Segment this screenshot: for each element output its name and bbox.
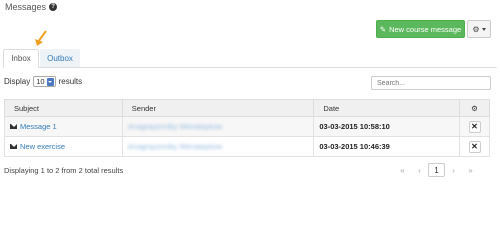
subject-link[interactable]: Message 1: [10, 122, 122, 131]
column-header-actions: ⚙: [459, 99, 490, 117]
last-page-button[interactable]: »: [462, 163, 479, 177]
search-input[interactable]: [371, 76, 491, 90]
envelope-icon: [10, 124, 17, 129]
page-1-button[interactable]: 1: [428, 163, 445, 177]
edit-icon: ✎: [379, 24, 387, 34]
envelope-icon: [10, 144, 17, 149]
page-size-select[interactable]: 10: [33, 76, 56, 87]
column-header-subject[interactable]: Subject: [4, 99, 123, 117]
tab-outbox[interactable]: Outbox: [40, 49, 80, 68]
display-prefix: Display: [4, 77, 31, 86]
gears-icon: ⚙: [471, 103, 478, 113]
column-header-sender[interactable]: Sender: [121, 99, 315, 117]
actions-cell: ✕: [459, 136, 490, 157]
sender-link[interactable]: Anagrayonniky Wenataykow: [128, 122, 223, 131]
next-page-button[interactable]: ›: [445, 163, 462, 177]
delete-button[interactable]: ✕: [468, 140, 481, 153]
sender-cell: Anagrayonniky Wenataykow: [121, 136, 315, 157]
subject-text: Message 1: [20, 122, 57, 131]
table-row: New exercise Anagrayonniky Wenataykow 03…: [4, 136, 490, 157]
delete-button[interactable]: ✕: [468, 120, 481, 133]
actions-cell: ✕: [459, 116, 490, 137]
page-title: Messages ?: [5, 2, 58, 12]
table-row: Message 1 Anagrayonniky Wenataykow 03-03…: [4, 116, 490, 137]
prev-page-button[interactable]: ‹: [411, 163, 428, 177]
subject-text: New exercise: [20, 142, 66, 151]
tabs-divider: [3, 67, 497, 68]
messages-table: Subject Sender Date ⚙ Message 1 Anagrayo…: [4, 99, 490, 157]
column-header-date[interactable]: Date: [313, 99, 461, 117]
page-title-text: Messages: [5, 2, 47, 12]
chevron-down-icon: [46, 77, 54, 86]
help-icon[interactable]: ?: [49, 3, 58, 11]
results-summary: Displaying 1 to 2 from 2 total results: [4, 166, 124, 175]
subject-cell: Message 1: [4, 116, 123, 137]
new-message-label: New course message: [389, 24, 462, 34]
first-page-button[interactable]: «: [394, 163, 411, 177]
table-header-row: Subject Sender Date ⚙: [4, 99, 490, 117]
sender-cell: Anagrayonniky Wenataykow: [121, 116, 315, 137]
sender-link[interactable]: Anagrayonniky Wenataykow: [128, 142, 223, 151]
caret-down-icon: [481, 27, 486, 31]
page-size-control: Display 10 results: [4, 76, 82, 87]
date-text: 03-03-2015 10:46:39: [319, 142, 390, 151]
subject-link[interactable]: New exercise: [10, 142, 122, 151]
tab-inbox[interactable]: Inbox: [3, 49, 39, 68]
date-text: 03-03-2015 10:58:10: [319, 122, 390, 131]
date-cell: 03-03-2015 10:46:39: [313, 136, 461, 157]
subject-cell: New exercise: [4, 136, 123, 157]
gears-icon: ⚙: [472, 24, 480, 34]
pagination: « ‹ 1 › »: [394, 163, 479, 177]
date-cell: 03-03-2015 10:58:10: [313, 116, 461, 137]
page-size-value: 10: [36, 77, 45, 86]
settings-dropdown-button[interactable]: ⚙: [467, 20, 491, 38]
new-course-message-button[interactable]: ✎ New course message: [376, 20, 465, 38]
annotation-arrow-icon: [35, 30, 47, 46]
display-suffix: results: [58, 77, 83, 86]
